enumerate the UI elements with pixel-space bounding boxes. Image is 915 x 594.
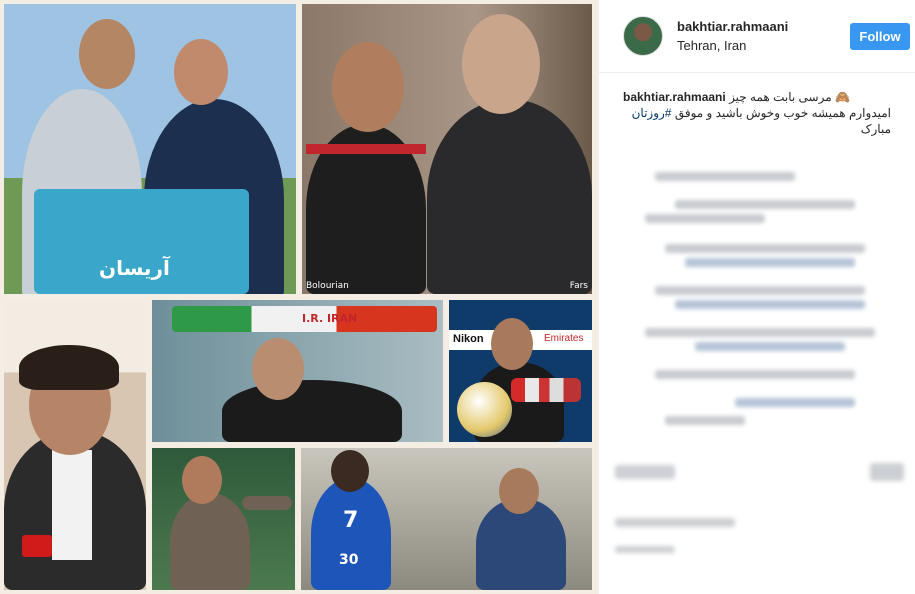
photo-studio-guest (4, 300, 146, 590)
coach-figure (427, 99, 592, 294)
caption-text-line2-pre: امیدوارم همیشه خوب وخوش باشید و موفق (671, 106, 891, 120)
caption-text-line2: امیدوارم همیشه خوب وخوش باشید و موفق #رو… (623, 105, 891, 121)
player-figure (311, 478, 391, 590)
coach-head (252, 338, 304, 400)
caption-username[interactable]: bakhtiar.rahmaani (623, 90, 726, 104)
shirt-stripe (306, 144, 426, 154)
instagram-post: آریسان Bolourian Fars I.R. IRAN Nikon Em… (0, 0, 915, 594)
photo-credit-bolourian: Bolourian (306, 281, 349, 291)
photo-coach-sideline (152, 448, 295, 590)
coach-head (182, 456, 222, 504)
action-bar-blurred (615, 455, 912, 485)
guest-hair (19, 345, 119, 390)
location-link[interactable]: Tehran, Iran (677, 38, 746, 53)
shirt-number: 7 (343, 508, 359, 533)
player-head (331, 450, 369, 492)
photo-coach-with-scarf: I.R. IRAN (152, 300, 443, 442)
guest-shirt (52, 450, 92, 560)
sponsor-nikon: Nikon (453, 333, 484, 345)
coach-head (499, 468, 539, 514)
coach-head (462, 14, 540, 114)
microphones (511, 378, 581, 402)
photo-press-conference: Nikon Emirates (449, 300, 592, 442)
avatar[interactable] (623, 16, 663, 56)
caption-text-line1: مرسی بابت همه چیز 🙈 (729, 90, 850, 104)
photo-credit-fars: Fars (569, 281, 588, 291)
coach-figure (222, 380, 402, 442)
football (457, 382, 512, 437)
photo-player-and-coach-stadium: 7 30 (301, 448, 592, 590)
follow-button[interactable]: Follow (850, 23, 910, 50)
scarf-text: I.R. IRAN (302, 312, 358, 325)
comments-list-blurred (615, 152, 912, 452)
speaker-head (491, 318, 533, 370)
post-caption: bakhtiar.rahmaani مرسی بابت همه چیز 🙈 ام… (623, 89, 891, 137)
player-head (79, 19, 135, 89)
post-image[interactable]: آریسان Bolourian Fars I.R. IRAN Nikon Em… (0, 0, 598, 594)
hashtag-link[interactable]: #روزتان (632, 106, 672, 120)
player-head (332, 42, 404, 132)
shirt-number-sleeve: 30 (339, 552, 359, 568)
jersey-sponsor-text: آریسان (99, 256, 170, 280)
username-link[interactable]: bakhtiar.rahmaani (677, 19, 788, 34)
photo-player-and-coach: Bolourian Fars (302, 4, 592, 294)
coach-figure (170, 493, 250, 590)
post-header: bakhtiar.rahmaani Tehran, Iran Follow (599, 0, 915, 73)
coach-arm (242, 496, 292, 510)
channel-logo (22, 535, 52, 557)
official-head (174, 39, 228, 105)
caption-text-line3: مبارک (860, 122, 891, 136)
post-sidebar: bakhtiar.rahmaani Tehran, Iran Follow ba… (598, 0, 915, 594)
sponsor-emirates: Emirates (544, 333, 584, 344)
photo-jersey-presentation: آریسان (4, 4, 296, 294)
add-comment-blurred (615, 510, 912, 570)
